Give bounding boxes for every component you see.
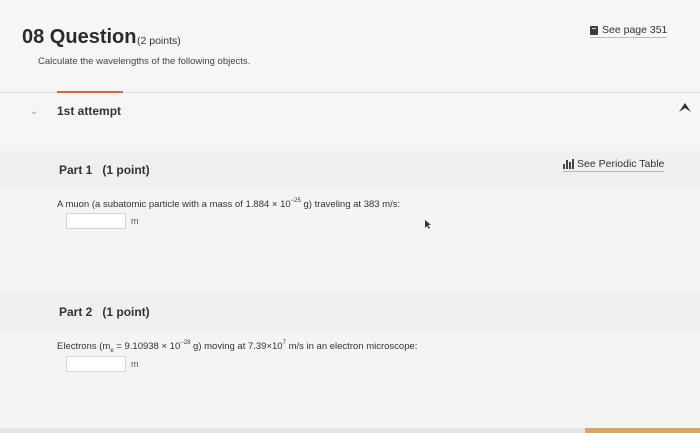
question-title: 08 Question	[22, 26, 137, 48]
part-2-prompt: Electrons (me = 9.10938 × 10−28 g) movin…	[57, 340, 417, 354]
part-1-prompt: A muon (a subatomic particle with a mass…	[57, 198, 400, 210]
periodic-table-icon	[563, 159, 574, 169]
chevron-down-icon[interactable]: ⌄	[30, 106, 38, 117]
question-instruction: Calculate the wavelengths of the followi…	[38, 56, 251, 67]
book-icon	[590, 25, 598, 35]
part-1-prompt-before: A muon (a subatomic particle with a mass…	[57, 199, 291, 210]
pointer-cursor-icon	[425, 220, 431, 229]
part-1-prompt-after: g) traveling at 383 m/s:	[300, 199, 401, 210]
part-1-unit: m	[131, 216, 139, 226]
see-page-label: See page 351	[602, 24, 668, 36]
see-page-link[interactable]: See page 351	[590, 24, 668, 38]
question-points: (2 points)	[137, 35, 181, 47]
bottom-action-bar[interactable]	[585, 428, 700, 433]
part-2-unit: m	[131, 359, 139, 369]
mouse-cursor-icon	[679, 103, 691, 112]
periodic-table-link[interactable]: See Periodic Table	[563, 158, 665, 172]
part-2-answer-input[interactable]	[66, 356, 126, 372]
attempt-label: 1st attempt	[57, 104, 122, 118]
part-2-prompt-exponent: −28	[180, 340, 191, 346]
part-1-answer-input[interactable]	[66, 213, 126, 229]
periodic-table-label: See Periodic Table	[577, 158, 665, 170]
part-2-prompt-mid2: g) moving at 7.39×10	[190, 341, 283, 352]
part-1-title: Part 1 (1 point)	[59, 163, 150, 177]
part-2-title: Part 2 (1 point)	[59, 305, 150, 319]
page: 08 Question (2 points) See page 351 Calc…	[0, 0, 700, 433]
part-1-prompt-exponent: −25	[290, 198, 301, 204]
part-2-prompt-mid: = 9.10938 × 10	[113, 341, 181, 352]
part-2-prompt-after: m/s in an electron microscope:	[285, 341, 418, 352]
attempt-accent-line	[57, 91, 123, 93]
part-2-prompt-before: Electrons (m	[57, 341, 111, 352]
